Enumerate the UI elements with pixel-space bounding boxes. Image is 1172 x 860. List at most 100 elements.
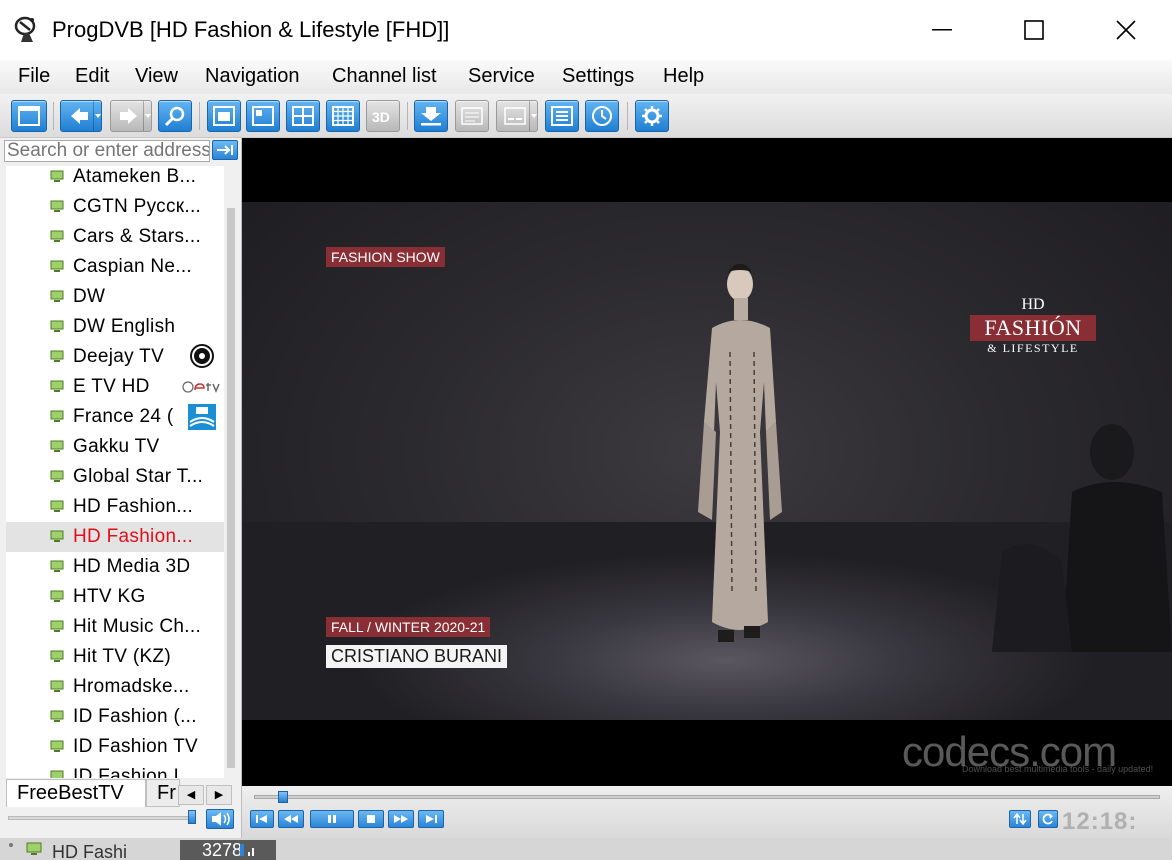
search-button[interactable]: [158, 100, 192, 132]
maximize-button[interactable]: [988, 0, 1080, 60]
channel-label: Atameken B...: [73, 166, 197, 187]
forward-dropdown[interactable]: [143, 101, 151, 131]
refresh-button[interactable]: [1038, 810, 1058, 828]
channel-list-item[interactable]: Hit TV (KZ): [6, 642, 224, 672]
skip-forward-icon: [426, 815, 437, 823]
runway-model-image: [698, 264, 782, 642]
channel-list-item[interactable]: E TV HD: [6, 372, 224, 402]
tv-channel-icon: [50, 680, 64, 692]
channel-panel: Atameken B... CGTN Русск... Cars & Stars..…: [0, 138, 242, 838]
svg-text:3D: 3D: [372, 109, 390, 125]
audio-tracks-button[interactable]: [1009, 810, 1031, 828]
fashion-show-tag: FASHION SHOW: [326, 247, 445, 267]
channel-list-item[interactable]: DW: [6, 282, 224, 312]
channel-list-item[interactable]: CGTN Русск...: [6, 192, 224, 222]
channel-list-item[interactable]: HTV KG: [6, 582, 224, 612]
channel-list-item[interactable]: Global Star T...: [6, 462, 224, 492]
channel-list-item[interactable]: ID Fashion I...: [6, 762, 224, 778]
channel-list-item[interactable]: HD Fashion...: [6, 522, 224, 552]
tv-channel-icon: [50, 470, 64, 482]
channel-list[interactable]: Atameken B... CGTN Русск... Cars & Stars..…: [6, 166, 224, 778]
tab-fr[interactable]: Fr: [146, 779, 180, 807]
channel-label: France 24 (: [73, 406, 174, 427]
channel-list-button[interactable]: [11, 100, 47, 132]
channel-list-item[interactable]: DW English: [6, 312, 224, 342]
subtitles-icon: [504, 107, 526, 125]
teletext-button[interactable]: [455, 100, 489, 132]
skip-forward-button[interactable]: [418, 810, 444, 828]
subtitles-button[interactable]: [496, 100, 538, 132]
clock-icon: [592, 106, 612, 126]
tv-channel-icon: [50, 170, 64, 182]
tab-scroll-right-button[interactable]: ▶: [206, 785, 232, 805]
channel-list-scrollbar[interactable]: [226, 166, 236, 778]
search-input[interactable]: [4, 140, 210, 162]
channel-list-item[interactable]: Gakku TV: [6, 432, 224, 462]
menu-channel-list[interactable]: Channel list: [332, 65, 437, 88]
channel-label: HTV KG: [73, 586, 146, 607]
tv-channel-icon: [50, 710, 64, 722]
channel-list-item[interactable]: Hit Music Ch...: [6, 612, 224, 642]
menu-help[interactable]: Help: [663, 65, 704, 88]
scrollbar-thumb[interactable]: [227, 208, 235, 768]
epg-button[interactable]: [545, 100, 579, 132]
fullscreen-button[interactable]: [246, 100, 280, 132]
volume-slider[interactable]: [8, 816, 194, 820]
rewind-button[interactable]: [278, 810, 304, 828]
channel-list-item[interactable]: Deejay TV: [6, 342, 224, 372]
speaker-icon: [212, 812, 230, 826]
channel-list-item[interactable]: Cars & Stars...: [6, 222, 224, 252]
3d-button[interactable]: 3D: [366, 100, 400, 132]
record-button[interactable]: [414, 100, 448, 132]
close-button[interactable]: [1080, 0, 1172, 60]
subtitles-dropdown[interactable]: [529, 101, 537, 131]
back-dropdown[interactable]: [93, 101, 101, 131]
status-bar: HD Fashi 3278: [0, 838, 1172, 860]
channel-label: Deejay TV: [73, 346, 165, 367]
watermark-subtext: Download best multimedia tools - daily u…: [962, 764, 1154, 774]
minimize-button[interactable]: [896, 0, 988, 60]
seek-bar[interactable]: [254, 795, 1160, 799]
video-area[interactable]: FASHION SHOW HD FASHIÓN & LIFESTYLE FALL…: [242, 138, 1172, 786]
tv-channel-icon: [50, 380, 64, 392]
channel-list-item[interactable]: France 24 (: [6, 402, 224, 432]
settings-button[interactable]: [635, 100, 669, 132]
stop-button[interactable]: [358, 810, 384, 828]
volume-slider-thumb[interactable]: [188, 810, 196, 824]
tab-scroll-left-button[interactable]: ◀: [178, 785, 204, 805]
menu-service[interactable]: Service: [468, 65, 535, 88]
channel-list-item[interactable]: Caspian Ne...: [6, 252, 224, 282]
skip-back-button[interactable]: [250, 810, 274, 828]
channel-list-item[interactable]: ID Fashion (...: [6, 702, 224, 732]
channel-list-item[interactable]: Atameken B...: [6, 166, 224, 192]
menu-view[interactable]: View: [135, 65, 178, 88]
scheduler-button[interactable]: [585, 100, 619, 132]
search-go-button[interactable]: [212, 140, 238, 160]
mute-button[interactable]: [206, 809, 234, 829]
tab-freebesttv[interactable]: FreeBestTV: [6, 779, 146, 807]
back-button[interactable]: [60, 100, 102, 132]
channel-list-item[interactable]: Hromadske...: [6, 672, 224, 702]
window-mode-button[interactable]: [207, 100, 241, 132]
audience-image: [992, 424, 1172, 652]
grid-4-button[interactable]: [286, 100, 320, 132]
status-bitrate: 3278: [180, 840, 276, 860]
forward-button[interactable]: [110, 100, 152, 132]
rewind-icon: [284, 815, 298, 823]
tv-channel-icon: [50, 500, 64, 512]
pause-button[interactable]: [310, 810, 354, 828]
window-title: ProgDVB [HD Fashion & Lifestyle [FHD]]: [52, 17, 450, 42]
channel-list-item[interactable]: ID Fashion TV: [6, 732, 224, 762]
channel-list-item[interactable]: HD Fashion...: [6, 492, 224, 522]
seek-thumb[interactable]: [278, 791, 288, 803]
channel-label: ID Fashion (...: [73, 706, 197, 727]
menu-settings[interactable]: Settings: [562, 65, 634, 88]
tv-channel-icon: [50, 260, 64, 272]
grid-16-button[interactable]: [326, 100, 360, 132]
channel-list-item[interactable]: HD Media 3D: [6, 552, 224, 582]
menu-file[interactable]: File: [18, 65, 50, 88]
menu-navigation[interactable]: Navigation: [205, 65, 300, 88]
menu-edit[interactable]: Edit: [75, 65, 109, 88]
fast-forward-button[interactable]: [388, 810, 414, 828]
panel-icon: [18, 106, 40, 126]
